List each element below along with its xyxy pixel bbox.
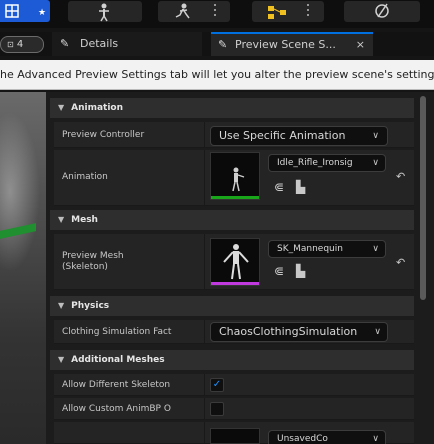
svg-text:★: ★	[38, 8, 46, 18]
expand-arrow-icon: ▼	[58, 355, 65, 364]
preview-mesh-label-1: Preview Mesh	[62, 251, 124, 261]
skeleton-icon: ★	[5, 4, 46, 18]
mannequin-icon	[99, 3, 109, 22]
preview-mesh-label-2: (Skeleton)	[62, 262, 108, 272]
folder-icon[interactable]: ▙	[296, 264, 305, 278]
row-allow-different-skeleton: Allow Different Skeleton	[54, 374, 414, 396]
close-icon[interactable]: ×	[356, 34, 365, 56]
graph-nodes-icon	[268, 4, 309, 19]
reset-to-default-icon[interactable]: ↶	[396, 256, 405, 269]
clothing-simulation-value: ChaosClothingSimulation	[219, 325, 358, 338]
browse-to-asset-icon[interactable]: ⋐	[274, 264, 284, 278]
additional-meshes-value: UnsavedCo	[277, 434, 328, 444]
category-additional-meshes[interactable]: ▼ Additional Meshes	[50, 350, 414, 370]
skeleton-mode-button[interactable]: ★	[0, 0, 50, 22]
category-mesh[interactable]: ▼ Mesh	[50, 210, 414, 230]
mesh-mode-button[interactable]	[68, 1, 142, 22]
animation-mode-button[interactable]	[158, 1, 230, 22]
chevron-down-icon: ∨	[374, 327, 381, 337]
category-animation-title: Animation	[71, 103, 124, 113]
row-separator	[204, 398, 205, 419]
preview-mesh-thumbnail[interactable]	[210, 238, 260, 286]
category-physics[interactable]: ▼ Physics	[50, 296, 414, 316]
row-separator	[204, 234, 205, 289]
browse-to-asset-icon[interactable]: ⋐	[274, 180, 284, 194]
row-separator	[204, 422, 205, 443]
running-figure-icon	[175, 3, 216, 19]
category-physics-title: Physics	[71, 301, 110, 311]
category-animation[interactable]: ▼ Animation	[50, 98, 414, 118]
animation-asset-color-bar	[211, 196, 259, 199]
physics-icon	[375, 3, 389, 18]
viewport-light	[0, 112, 40, 272]
physics-mode-button[interactable]	[344, 1, 420, 22]
category-mesh-title: Mesh	[71, 215, 98, 225]
expand-arrow-icon: ▼	[58, 103, 65, 112]
additional-meshes-thumbnail[interactable]	[210, 428, 260, 444]
preview-controller-value: Use Specific Animation	[219, 129, 346, 142]
allow-custom-animbp-checkbox[interactable]	[210, 402, 224, 416]
tab-count: 4	[16, 39, 24, 50]
expand-arrow-icon: ▼	[58, 301, 65, 310]
animation-thumbnail[interactable]	[210, 152, 260, 200]
checkmark-icon: ✓	[212, 379, 222, 390]
additional-meshes-combo[interactable]: UnsavedCo ∨	[268, 430, 386, 444]
reset-to-default-icon[interactable]: ↶	[396, 170, 405, 183]
tab-preview-label: Preview Scene S...	[235, 38, 336, 51]
preview-controller-label: Preview Controller	[62, 130, 145, 140]
main-toolbar: ★	[0, 0, 434, 28]
tab-details[interactable]: ✎ Details	[52, 32, 202, 56]
tab-details-label: Details	[80, 37, 119, 50]
row-allow-custom-animbp: Allow Custom AnimBP O	[54, 398, 414, 420]
panel-scrollbar[interactable]	[420, 96, 426, 300]
row-separator	[204, 374, 205, 395]
blueprint-mode-button[interactable]	[252, 1, 324, 22]
help-text-bar: he Advanced Preview Settings tab will le…	[0, 60, 434, 90]
folder-icon[interactable]: ▙	[296, 180, 305, 194]
chevron-down-icon: ∨	[372, 158, 379, 168]
preview-mesh-value: SK_Mannequin	[277, 244, 343, 254]
tab-preview-scene-settings[interactable]: ✎ Preview Scene S... ×	[211, 32, 373, 56]
allow-different-skeleton-label: Allow Different Skeleton	[62, 380, 171, 390]
preview-mesh-combo[interactable]: SK_Mannequin ∨	[268, 240, 386, 258]
tab-count-icon: ⊡	[7, 40, 14, 49]
tab-bar: ⊡ 4 ✎ Details ✎ Preview Scene S... ×	[0, 32, 434, 56]
row-separator	[204, 320, 205, 343]
help-text: he Advanced Preview Settings tab will le…	[0, 68, 434, 81]
clothing-simulation-label: Clothing Simulation Fact	[62, 327, 172, 337]
row-separator	[204, 122, 205, 147]
persona-editor-window: ★ ⊡ 4 ✎ Details ✎ Preview Scene S... × h…	[0, 0, 434, 444]
animation-figure-icon	[232, 167, 245, 192]
mannequin-icon	[223, 244, 249, 280]
clothing-simulation-combo[interactable]: ChaosClothingSimulation ∨	[210, 322, 388, 342]
category-additional-meshes-title: Additional Meshes	[71, 355, 165, 365]
tab-badge[interactable]: ⊡ 4	[0, 36, 44, 53]
chevron-down-icon: ∨	[372, 434, 379, 444]
pencil-icon: ✎	[218, 38, 228, 51]
chevron-down-icon: ∨	[372, 244, 379, 254]
animation-asset-combo[interactable]: Idle_Rifle_Ironsig ∨	[268, 154, 386, 172]
mesh-asset-color-bar	[211, 282, 259, 285]
expand-arrow-icon: ▼	[58, 215, 65, 224]
allow-custom-animbp-label: Allow Custom AnimBP O	[62, 404, 171, 414]
animation-label: Animation	[62, 172, 108, 182]
row-separator	[204, 150, 205, 205]
chevron-down-icon: ∨	[372, 131, 379, 141]
allow-different-skeleton-checkbox[interactable]: ✓	[210, 378, 224, 392]
preview-viewport[interactable]	[0, 92, 46, 444]
animation-asset-value: Idle_Rifle_Ironsig	[277, 158, 353, 168]
pencil-icon: ✎	[60, 37, 70, 50]
preview-controller-combo[interactable]: Use Specific Animation ∨	[210, 126, 388, 146]
